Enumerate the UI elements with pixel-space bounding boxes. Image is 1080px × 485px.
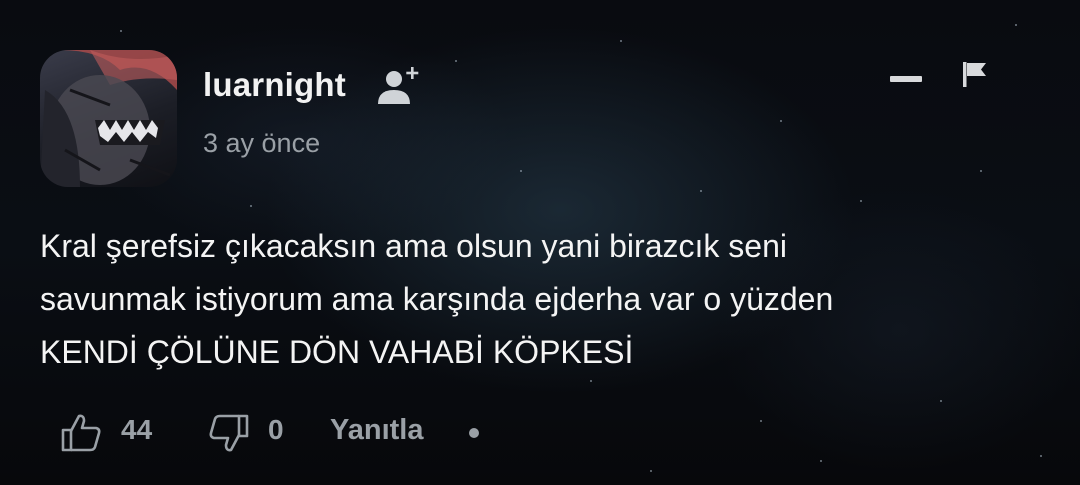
- dot-icon: [469, 428, 479, 438]
- comment-line: KENDİ ÇÖLÜNE DÖN VAHABİ KÖPKESİ: [40, 334, 634, 370]
- thumbs-up-icon[interactable]: [60, 412, 102, 454]
- timestamp: 3 ay önce: [203, 128, 321, 158]
- comment-body: Kral şerefsiz çıkacaksın ama olsun yani …: [40, 220, 1050, 379]
- comment-card: luarnight 3 ay önce Kral şerefsiz çıkaca…: [0, 0, 1080, 485]
- comment-line: Kral şerefsiz çıkacaksın ama olsun yani …: [40, 228, 787, 264]
- minus-icon[interactable]: [890, 74, 922, 84]
- flag-icon[interactable]: [960, 60, 990, 88]
- comment-actions: 44 0 Yanıtla: [0, 400, 1080, 460]
- reply-button[interactable]: Yanıtla: [330, 414, 424, 447]
- username[interactable]: luarnight: [203, 66, 346, 104]
- avatar[interactable]: [40, 50, 177, 187]
- add-user-icon[interactable]: [374, 62, 422, 106]
- comment-line: savunmak istiyorum ama karşında ejderha …: [40, 281, 834, 317]
- dislike-count: 0: [268, 414, 284, 445]
- thumbs-down-icon[interactable]: [208, 412, 250, 454]
- like-count: 44: [121, 414, 153, 445]
